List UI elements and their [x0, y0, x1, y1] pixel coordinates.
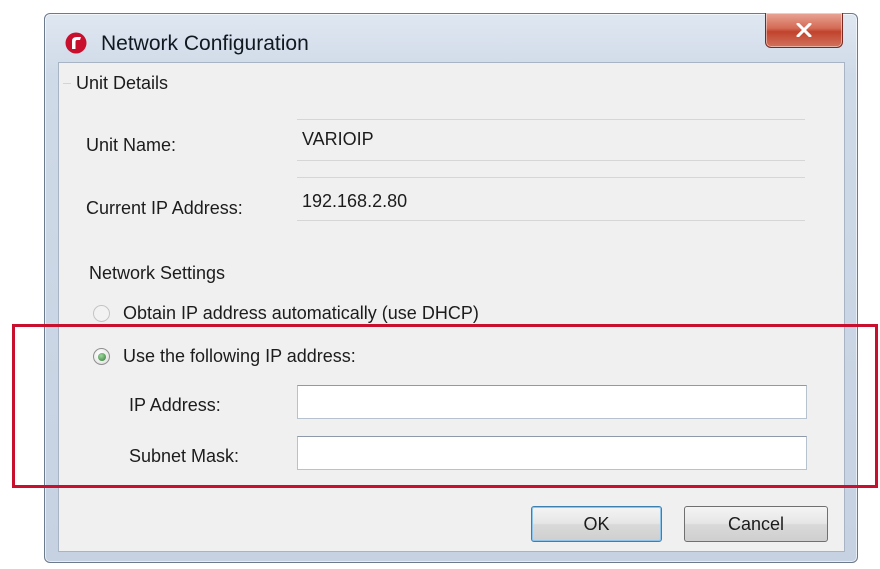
- current-ip-field-top: [297, 177, 805, 178]
- subnet-mask-label: Subnet Mask:: [129, 446, 240, 466]
- dhcp-label: Obtain IP address automatically (use DHC…: [123, 303, 479, 323]
- current-ip-label: Current IP Address:: [86, 198, 243, 218]
- static-ip-radio[interactable]: [93, 348, 110, 365]
- dhcp-radio[interactable]: [93, 305, 110, 322]
- dhcp-option[interactable]: Obtain IP address automatically (use DHC…: [93, 303, 479, 324]
- unit-name-label: Unit Name:: [86, 135, 177, 155]
- close-icon: [796, 23, 812, 37]
- current-ip-field-bottom: [297, 220, 805, 221]
- ip-address-input[interactable]: [297, 385, 807, 419]
- unit-name-value: VARIOIP: [302, 129, 374, 149]
- unit-name-field-bottom: [297, 160, 805, 161]
- static-ip-label: Use the following IP address:: [123, 346, 356, 366]
- static-ip-option[interactable]: Use the following IP address:: [93, 346, 356, 367]
- app-logo-icon: [65, 32, 87, 54]
- close-button[interactable]: [765, 13, 843, 48]
- network-settings-heading: Network Settings: [89, 263, 226, 283]
- title-bar[interactable]: Network Configuration: [45, 13, 857, 55]
- group-divider: [63, 83, 71, 84]
- dialog-client-area: Unit Details Unit Name: VARIOIP Current …: [58, 62, 845, 552]
- subnet-mask-input[interactable]: [297, 436, 807, 470]
- ok-button[interactable]: OK: [531, 506, 662, 542]
- current-ip-value: 192.168.2.80: [302, 191, 408, 211]
- unit-name-field-top: [297, 119, 805, 120]
- network-configuration-dialog: Network Configuration Unit Details Unit …: [44, 13, 858, 563]
- cancel-button[interactable]: Cancel: [684, 506, 828, 542]
- unit-details-heading: Unit Details: [76, 73, 169, 93]
- window-title: Network Configuration: [101, 32, 309, 55]
- ip-address-label: IP Address:: [129, 395, 221, 415]
